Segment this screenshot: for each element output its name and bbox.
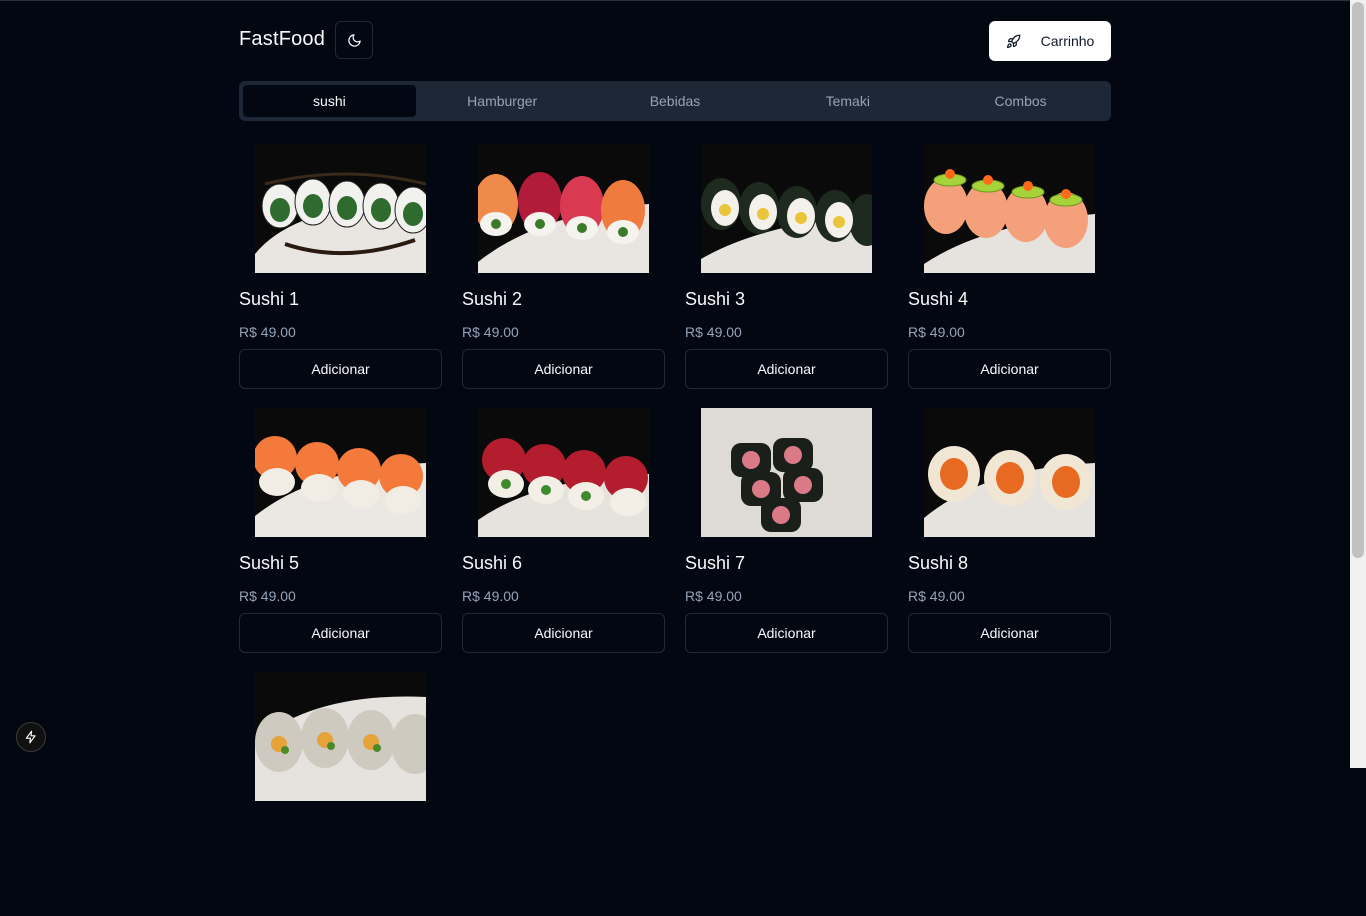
product-price: R$ 49.00 — [239, 324, 296, 340]
product-card: Sushi 8 R$ 49.00 Adicionar — [908, 408, 1111, 653]
product-card: Sushi 3 R$ 49.00 Adicionar — [685, 144, 888, 389]
product-name: Sushi 6 — [462, 553, 523, 573]
product-price: R$ 49.00 — [462, 588, 519, 604]
header: FastFood Carrinho — [239, 0, 1111, 81]
add-to-cart-button[interactable]: Adicionar — [462, 349, 665, 389]
product-grid: Sushi 1 R$ 49.00 Adicionar Sushi 2 R$ 49… — [239, 144, 1111, 916]
product-name: Sushi 7 — [685, 553, 746, 573]
product-image — [478, 144, 649, 273]
rocket-icon — [1006, 34, 1021, 48]
product-card: Sushi 2 R$ 49.00 Adicionar — [462, 144, 665, 389]
moon-icon — [347, 33, 361, 47]
product-card: Sushi 6 R$ 49.00 Adicionar — [462, 408, 665, 653]
scrollbar-thumb[interactable] — [1352, 2, 1364, 558]
product-image — [924, 144, 1095, 273]
product-card: Sushi 1 R$ 49.00 Adicionar — [239, 144, 442, 389]
quick-action-button[interactable] — [16, 722, 46, 752]
tab-temaki[interactable]: Temaki — [761, 85, 934, 117]
add-to-cart-button[interactable]: Adicionar — [239, 349, 442, 389]
cart-label: Carrinho — [1040, 33, 1095, 49]
product-name: Sushi 3 — [685, 289, 746, 309]
category-tabs: sushi Hamburger Bebidas Temaki Combos — [239, 81, 1111, 121]
product-name: Sushi 8 — [908, 553, 969, 573]
product-price: R$ 49.00 — [685, 324, 742, 340]
add-to-cart-button[interactable]: Adicionar — [685, 349, 888, 389]
add-to-cart-button[interactable]: Adicionar — [908, 613, 1111, 653]
tab-bebidas[interactable]: Bebidas — [589, 85, 762, 117]
main-container: FastFood Carrinho sushi Hamburger Bebida… — [239, 0, 1111, 801]
product-price: R$ 49.00 — [462, 324, 519, 340]
product-price: R$ 49.00 — [239, 588, 296, 604]
tab-hamburger[interactable]: Hamburger — [416, 85, 589, 117]
product-name: Sushi 5 — [239, 553, 300, 573]
add-to-cart-button[interactable]: Adicionar — [908, 349, 1111, 389]
product-name: Sushi 2 — [462, 289, 523, 309]
product-card: Sushi 7 R$ 49.00 Adicionar — [685, 408, 888, 653]
cart-button[interactable]: Carrinho — [989, 21, 1111, 61]
product-image — [255, 144, 426, 273]
product-card — [239, 672, 442, 916]
product-image — [701, 144, 872, 273]
add-to-cart-button[interactable]: Adicionar — [462, 613, 665, 653]
product-price: R$ 49.00 — [908, 588, 965, 604]
product-price: R$ 49.00 — [685, 588, 742, 604]
tab-sushi[interactable]: sushi — [243, 85, 416, 117]
add-to-cart-button[interactable]: Adicionar — [685, 613, 888, 653]
product-card: Sushi 5 R$ 49.00 Adicionar — [239, 408, 442, 653]
product-name: Sushi 4 — [908, 289, 969, 309]
theme-toggle-button[interactable] — [335, 21, 373, 59]
brand-title: FastFood — [239, 28, 326, 50]
product-image — [255, 408, 426, 537]
product-card: Sushi 4 R$ 49.00 Adicionar — [908, 144, 1111, 389]
product-image — [924, 408, 1095, 537]
product-image — [478, 408, 649, 537]
product-price: R$ 49.00 — [908, 324, 965, 340]
product-image — [255, 672, 426, 801]
lightning-icon — [25, 730, 36, 744]
product-name: Sushi 1 — [239, 289, 300, 309]
vertical-scrollbar[interactable] — [1350, 0, 1366, 768]
product-image — [701, 408, 872, 537]
tab-combos[interactable]: Combos — [934, 85, 1107, 117]
add-to-cart-button[interactable]: Adicionar — [239, 613, 442, 653]
